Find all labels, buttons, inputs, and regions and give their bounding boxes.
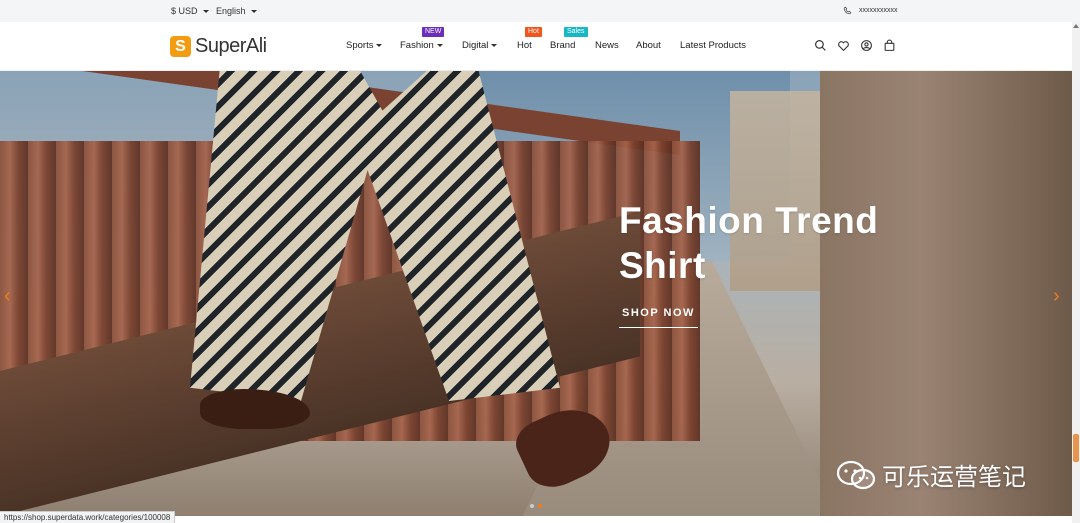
nav-label: Latest Products	[680, 40, 747, 51]
watermark-text: 可乐运营笔记	[882, 464, 1026, 491]
slide-dot-active[interactable]	[538, 504, 542, 508]
slide-dot[interactable]	[530, 504, 534, 508]
chevron-down-icon	[376, 44, 383, 47]
scroll-thumb[interactable]	[1073, 434, 1079, 462]
chevron-down-icon	[202, 9, 209, 13]
language-label: English	[216, 6, 246, 16]
bag-icon[interactable]	[883, 39, 896, 52]
wechat-icon	[836, 460, 876, 489]
phone-icon	[843, 6, 852, 15]
chevron-down-icon	[250, 9, 257, 13]
nav-fashion[interactable]: NEW Fashion	[400, 27, 445, 51]
hero-title-line: Shirt	[619, 245, 706, 286]
slide-dots	[530, 504, 542, 508]
hero-slider: Fashion Trend Shirt SHOP NOW ‹ › 可乐运营笔记	[0, 71, 1072, 516]
nav-label: Hot	[517, 40, 532, 51]
nav-label: About	[636, 40, 661, 51]
hot-badge: Hot	[525, 27, 542, 40]
page-scrollbar[interactable]	[1072, 22, 1080, 523]
top-bar: $ USD English xxxxxxxxxxx	[0, 0, 1080, 22]
nav-about[interactable]: About	[636, 40, 661, 51]
site-logo[interactable]: S SuperAli	[170, 35, 267, 58]
next-slide-icon[interactable]: ›	[1053, 285, 1060, 308]
nav-label: Sports	[346, 40, 374, 51]
shop-now-button[interactable]: SHOP NOW	[619, 307, 698, 328]
currency-selector[interactable]: $ USD	[171, 6, 209, 16]
user-icon[interactable]	[860, 39, 873, 52]
scroll-up-icon[interactable]	[1072, 22, 1080, 30]
nav-latest-products[interactable]: Latest Products	[680, 40, 746, 51]
hero-title-line: Fashion Trend	[619, 200, 879, 241]
header-icons	[814, 39, 896, 52]
nav-sports[interactable]: Sports	[346, 40, 383, 51]
phone-number: xxxxxxxxxxx	[859, 7, 898, 14]
logo-mark: S	[170, 36, 191, 57]
watermark: 可乐运营笔记	[836, 457, 1026, 492]
hero-wall	[820, 71, 1072, 516]
nav-brand[interactable]: Sales Brand	[550, 27, 588, 51]
prev-slide-icon[interactable]: ‹	[4, 285, 11, 308]
language-selector[interactable]: English	[216, 6, 257, 16]
nav-label: Fashion	[400, 40, 434, 51]
search-icon[interactable]	[814, 39, 827, 52]
chevron-down-icon	[491, 44, 498, 47]
nav-digital[interactable]: Digital	[462, 40, 498, 51]
hero-title: Fashion Trend Shirt	[619, 198, 878, 288]
nav-news[interactable]: News	[595, 40, 619, 51]
sales-badge: Sales	[564, 27, 588, 40]
nav-label: Digital	[462, 40, 489, 51]
currency-label: $ USD	[171, 6, 198, 16]
site-header: S SuperAli Sports NEW Fashion Digital Ho…	[0, 22, 1072, 71]
nav-label: News	[595, 40, 619, 51]
nav-label: Brand	[550, 40, 576, 51]
status-url: https://shop.superdata.work/categories/1…	[0, 511, 176, 523]
new-badge: NEW	[422, 27, 445, 40]
heart-icon[interactable]	[837, 39, 850, 52]
logo-text: SuperAli	[195, 35, 267, 57]
nav-hot[interactable]: Hot Hot	[517, 27, 542, 51]
chevron-down-icon	[436, 44, 443, 47]
phone-contact[interactable]: xxxxxxxxxxx	[843, 6, 898, 15]
